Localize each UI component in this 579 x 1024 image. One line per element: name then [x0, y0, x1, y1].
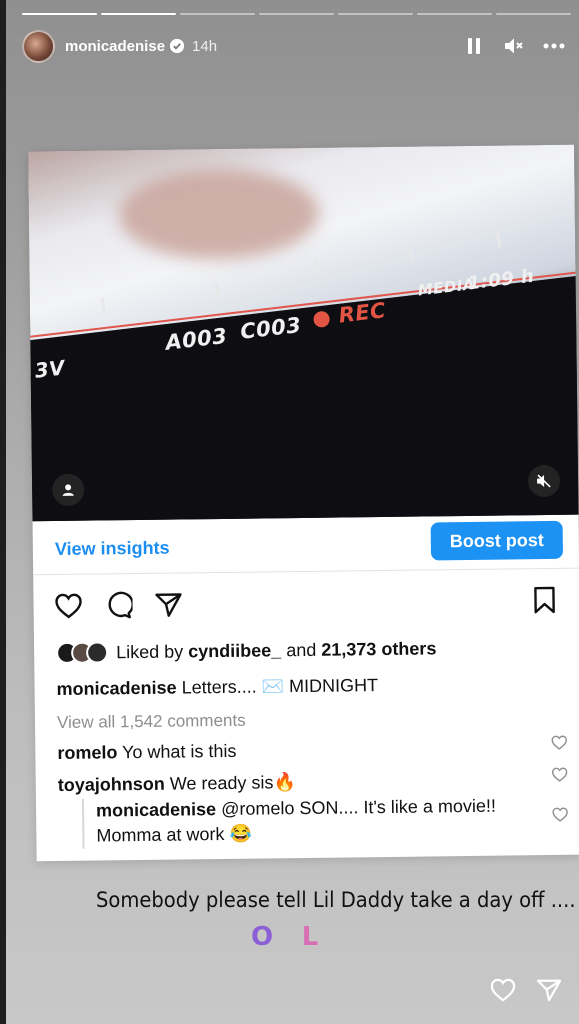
- progress-segment: [101, 13, 176, 15]
- left-edge: [0, 0, 6, 1024]
- pause-icon[interactable]: [463, 35, 485, 57]
- username[interactable]: monicadenise: [65, 38, 165, 55]
- likes-line: Liked by cyndiibee_ and 21,373 others: [56, 636, 437, 665]
- comment: romelo Yo what is this: [57, 741, 236, 764]
- comment-like-icon[interactable]: [551, 767, 568, 783]
- comment-username[interactable]: romelo: [57, 742, 117, 763]
- comment-text: We ready sis🔥: [169, 772, 297, 794]
- liker-avatars: [56, 641, 109, 665]
- progress-segment: [417, 13, 492, 15]
- verified-icon: [170, 39, 185, 53]
- sticker-letter: O: [250, 922, 274, 952]
- progress-segment: [180, 13, 255, 15]
- comment-reply: monicadenise @romelo SON.... It's like a…: [81, 793, 497, 849]
- progress-segment: [22, 13, 97, 15]
- reply-text-line1: @romelo SON.... It's like a movie!!: [221, 795, 497, 820]
- story-stickers: O L: [247, 922, 325, 952]
- liked-by-user[interactable]: cyndiibee_: [188, 640, 281, 662]
- comment-like-icon[interactable]: [551, 735, 567, 751]
- liked-by-count[interactable]: 21,373 others: [321, 638, 436, 660]
- view-comments-link[interactable]: View all 1,542 comments: [57, 711, 246, 733]
- view-insights-link[interactable]: View insights: [55, 538, 170, 560]
- comment-username[interactable]: toyajohnson: [58, 774, 165, 795]
- video-frame[interactable]: 3V A003 C003 ● REC MEDIA 1:09 h: [28, 144, 579, 522]
- overlay-label: 3V: [33, 355, 67, 383]
- comment: toyajohnson We ready sis🔥: [58, 772, 296, 796]
- progress-segment: [496, 13, 571, 15]
- story-caption: Somebody please tell Lil Daddy take a da…: [96, 888, 576, 912]
- caption-text: Letters.... ✉️ MIDNIGHT: [181, 675, 379, 698]
- reply-username[interactable]: monicadenise: [96, 799, 216, 820]
- progress-segment: [259, 13, 334, 15]
- more-options-icon[interactable]: [543, 35, 565, 57]
- like-icon[interactable]: [53, 591, 83, 621]
- boost-post-button[interactable]: Boost post: [430, 520, 564, 561]
- comment-text: Yo what is this: [121, 740, 237, 763]
- heart-icon[interactable]: [489, 976, 517, 1004]
- liked-by-prefix: Liked by: [116, 640, 184, 662]
- reply-text-line2: Momma at work 😂: [96, 823, 252, 846]
- post-actions: [53, 585, 559, 621]
- avatar[interactable]: [22, 29, 55, 63]
- story-time: 14h: [192, 37, 218, 55]
- caption-username[interactable]: monicadenise: [56, 678, 176, 699]
- send-icon[interactable]: [535, 976, 563, 1004]
- story-footer: [489, 976, 563, 1004]
- share-icon[interactable]: [153, 589, 183, 619]
- mute-icon[interactable]: [503, 35, 525, 57]
- save-icon[interactable]: [529, 585, 559, 615]
- sticker-letter: L: [301, 922, 319, 952]
- post-caption: monicadenise Letters.... ✉️ MIDNIGHT: [56, 675, 378, 700]
- progress-segment: [338, 13, 413, 15]
- liked-by-and: and: [286, 639, 317, 660]
- liker-avatar: [86, 641, 109, 664]
- story-progress: [22, 13, 571, 15]
- comment-like-icon[interactable]: [552, 807, 568, 823]
- post-screenshot: 3V A003 C003 ● REC MEDIA 1:09 h View ins…: [28, 144, 579, 862]
- comment-icon[interactable]: [103, 590, 133, 620]
- insights-bar: View insights Boost post: [32, 514, 579, 576]
- story-header: monicadenise 14h: [22, 28, 565, 64]
